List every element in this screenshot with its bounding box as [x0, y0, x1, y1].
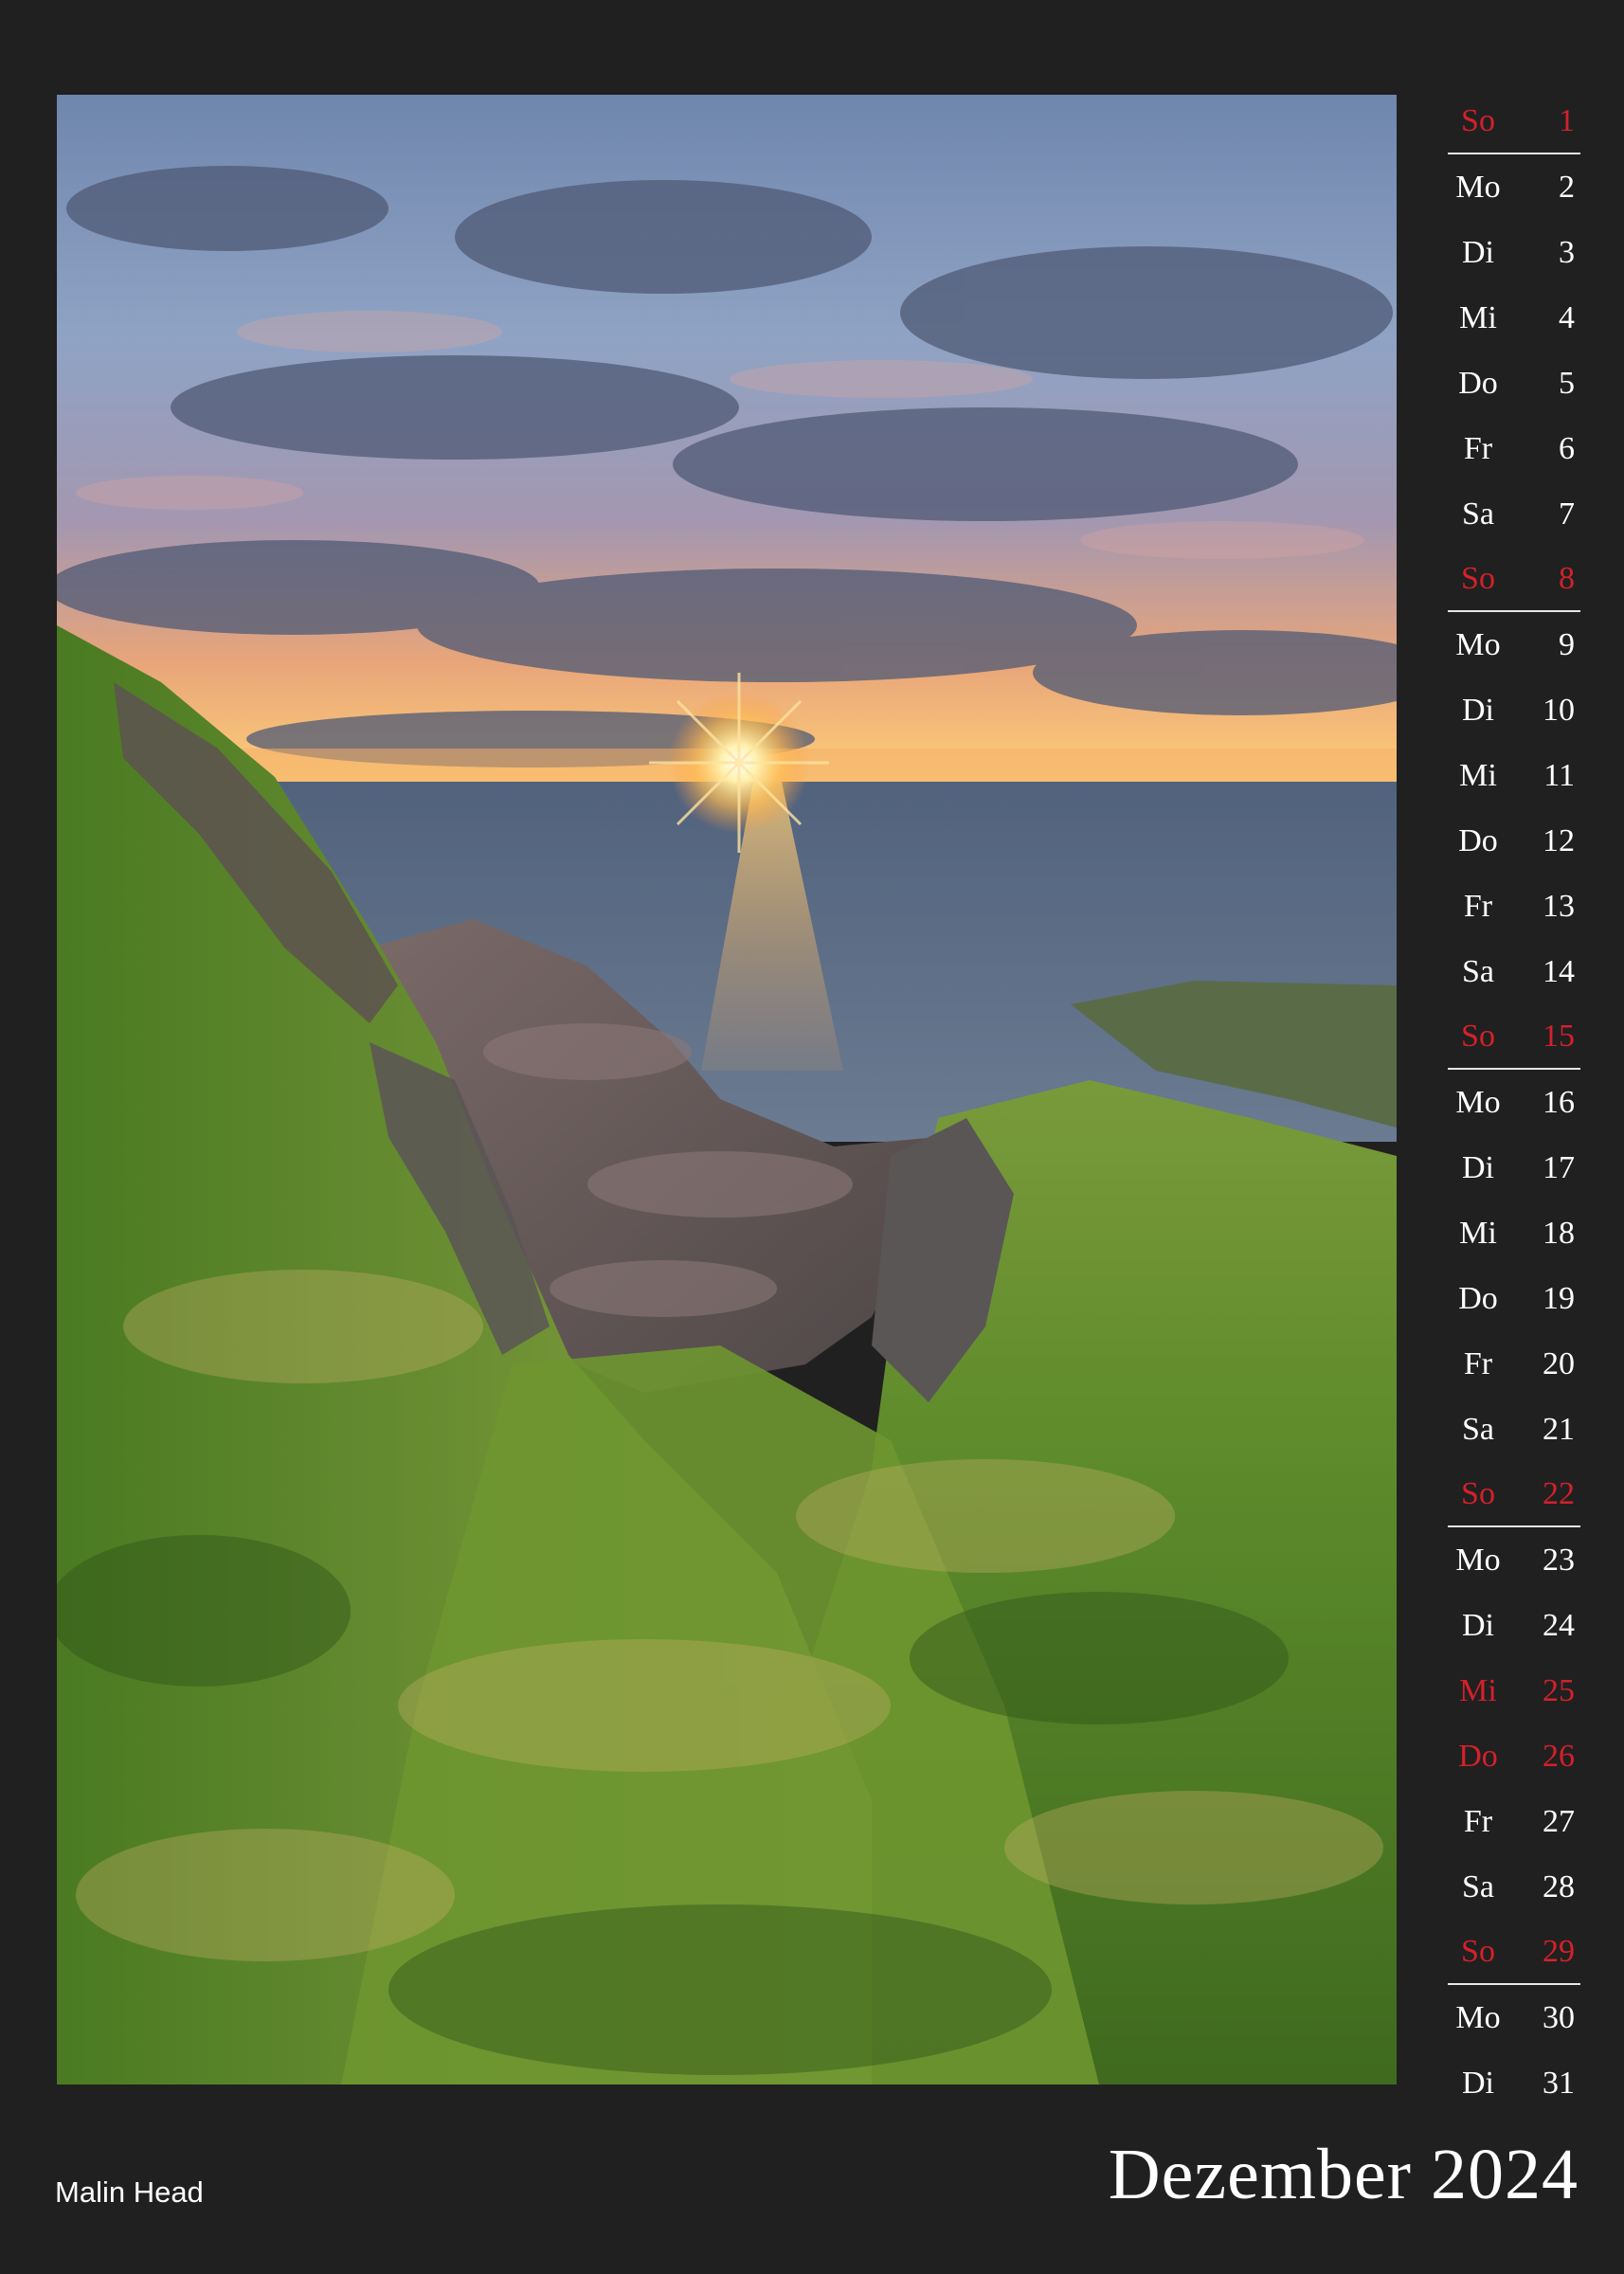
day-number: 2 [1559, 169, 1575, 205]
day-number: 12 [1543, 822, 1575, 858]
weekday-label: Fr [1463, 1345, 1493, 1381]
day-number: 31 [1543, 2065, 1575, 2101]
weekday-label: Mo [1455, 1542, 1501, 1578]
day-number: 13 [1543, 888, 1575, 924]
day-row: Mi 11 [1448, 743, 1580, 808]
day-row: Do 19 [1448, 1266, 1580, 1331]
weekday-label: Do [1458, 1280, 1498, 1316]
day-row: Di 10 [1448, 677, 1580, 743]
weekday-label: Mo [1455, 169, 1501, 205]
weekday-label: Di [1462, 692, 1494, 728]
coastal-sunset-image [57, 95, 1397, 2084]
day-row: So 1 [1448, 89, 1580, 154]
day-number: 23 [1543, 1542, 1575, 1578]
day-row: Sa 28 [1448, 1854, 1580, 1920]
day-row: Mi 25 [1448, 1658, 1580, 1724]
day-number: 27 [1543, 1803, 1575, 1839]
day-number: 15 [1543, 1018, 1575, 1054]
weekday-label: Fr [1463, 1803, 1493, 1839]
day-row: Mi 4 [1448, 285, 1580, 351]
weekday-label: Mo [1455, 626, 1501, 662]
day-number: 24 [1543, 1607, 1575, 1643]
day-row: So 29 [1448, 1920, 1580, 1985]
day-row: Di 3 [1448, 220, 1580, 285]
weekday-label: So [1461, 560, 1495, 596]
weekday-label: Mi [1459, 757, 1497, 793]
day-number: 25 [1543, 1672, 1575, 1708]
landscape-photo [57, 95, 1397, 2084]
weekday-label: Fr [1463, 888, 1493, 924]
day-row: Fr 27 [1448, 1789, 1580, 1854]
day-number: 26 [1543, 1738, 1575, 1774]
day-list: So 1 Mo 2 Di 3 Mi 4 Do 5 Fr 6 Sa 7 So 8 Mo 9 Di 10 Mi 11 Do 12 F… [1448, 89, 1580, 2116]
weekday-label: Sa [1462, 496, 1494, 532]
day-row: So 8 [1448, 547, 1580, 612]
day-number: 3 [1559, 234, 1575, 270]
day-number: 29 [1543, 1933, 1575, 1969]
day-number: 17 [1543, 1149, 1575, 1185]
day-row: Do 12 [1448, 808, 1580, 874]
day-row: Mo 2 [1448, 154, 1580, 220]
day-number: 22 [1543, 1475, 1575, 1511]
weekday-label: So [1461, 1018, 1495, 1054]
weekday-label: Mo [1455, 1999, 1501, 2035]
weekday-label: Do [1458, 1738, 1498, 1774]
day-number: 30 [1543, 1999, 1575, 2035]
weekday-label: Mo [1455, 1084, 1501, 1120]
day-number: 28 [1543, 1868, 1575, 1904]
weekday-label: Mi [1459, 1672, 1497, 1708]
day-number: 9 [1559, 626, 1575, 662]
day-row: Mo 30 [1448, 1985, 1580, 2050]
day-number: 14 [1543, 953, 1575, 989]
weekday-label: Di [1462, 1607, 1494, 1643]
weekday-label: Sa [1462, 1411, 1494, 1447]
day-row: Mi 18 [1448, 1200, 1580, 1266]
day-row: So 22 [1448, 1462, 1580, 1527]
day-row: Sa 14 [1448, 939, 1580, 1004]
weekday-label: So [1461, 1933, 1495, 1969]
weekday-label: Di [1462, 234, 1494, 270]
day-number: 7 [1559, 496, 1575, 532]
weekday-label: So [1461, 102, 1495, 138]
weekday-label: Fr [1463, 430, 1493, 466]
weekday-label: So [1461, 1475, 1495, 1511]
day-row: Di 17 [1448, 1135, 1580, 1200]
day-row: Di 24 [1448, 1593, 1580, 1658]
day-row: Sa 21 [1448, 1397, 1580, 1462]
day-number: 21 [1543, 1411, 1575, 1447]
day-row: Do 5 [1448, 351, 1580, 416]
day-number: 1 [1559, 102, 1575, 138]
day-number: 16 [1543, 1084, 1575, 1120]
day-number: 8 [1559, 560, 1575, 596]
weekday-label: Sa [1462, 953, 1494, 989]
day-row: Do 26 [1448, 1724, 1580, 1789]
day-row: Fr 13 [1448, 874, 1580, 939]
day-row: Mo 16 [1448, 1070, 1580, 1135]
day-number: 20 [1543, 1345, 1575, 1381]
day-row: Fr 20 [1448, 1331, 1580, 1397]
weekday-label: Mi [1459, 1215, 1497, 1251]
weekday-label: Sa [1462, 1868, 1494, 1904]
weekday-label: Di [1462, 1149, 1494, 1185]
day-number: 5 [1559, 365, 1575, 401]
month-title: Dezember 2024 [1108, 2135, 1579, 2214]
weekday-label: Do [1458, 365, 1498, 401]
weekday-label: Mi [1459, 299, 1497, 335]
day-number: 19 [1543, 1280, 1575, 1316]
day-number: 11 [1543, 757, 1575, 793]
day-row: Sa 7 [1448, 481, 1580, 547]
day-row: Fr 6 [1448, 416, 1580, 481]
day-number: 10 [1543, 692, 1575, 728]
photo-caption: Malin Head [55, 2175, 204, 2209]
day-number: 6 [1559, 430, 1575, 466]
weekday-label: Di [1462, 2065, 1494, 2101]
day-row: Mo 23 [1448, 1527, 1580, 1593]
day-row: Di 31 [1448, 2050, 1580, 2116]
day-number: 4 [1559, 299, 1575, 335]
weekday-label: Do [1458, 822, 1498, 858]
day-row: Mo 9 [1448, 612, 1580, 677]
day-row: So 15 [1448, 1004, 1580, 1070]
day-number: 18 [1543, 1215, 1575, 1251]
